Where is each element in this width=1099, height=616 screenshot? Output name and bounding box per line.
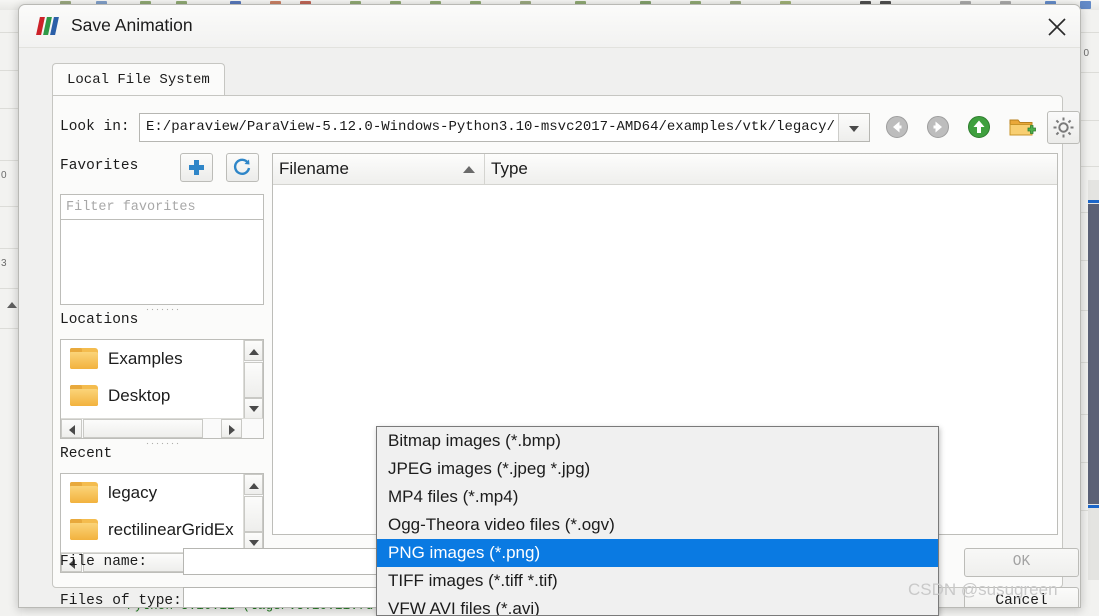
folder-icon <box>70 385 98 406</box>
folder-icon <box>70 519 98 540</box>
dropdown-item-bmp[interactable]: Bitmap images (*.bmp) <box>377 427 938 455</box>
scroll-left-icon[interactable] <box>61 419 82 438</box>
dialog-title: Save Animation <box>71 15 193 35</box>
ok-button[interactable]: OK <box>964 548 1079 577</box>
tab-local-file-system[interactable]: Local File System <box>52 63 225 95</box>
list-item[interactable]: legacy <box>61 474 263 511</box>
navigate-up-icon[interactable] <box>963 111 995 143</box>
navigate-back-icon[interactable] <box>881 111 913 143</box>
favorites-list[interactable] <box>60 219 264 305</box>
locations-label: Locations <box>60 312 139 328</box>
folder-icon <box>70 348 98 369</box>
files-of-type-label: Files of type: <box>60 593 182 608</box>
dropdown-item-tiff[interactable]: TIFF images (*.tiff *.tif) <box>377 567 938 595</box>
list-item-label: Desktop <box>108 385 171 405</box>
sort-ascending-icon <box>463 166 475 173</box>
look-in-label: Look in: <box>60 119 130 135</box>
filter-favorites-input[interactable] <box>60 194 264 220</box>
dropdown-item-png[interactable]: PNG images (*.png) <box>377 539 938 567</box>
chevron-down-icon[interactable] <box>838 114 869 141</box>
files-of-type-dropdown[interactable]: Bitmap images (*.bmp) JPEG images (*.jpe… <box>376 426 939 616</box>
paraview-logo-icon <box>36 17 62 35</box>
list-item[interactable]: Desktop <box>61 377 263 414</box>
list-item[interactable]: Examples <box>61 340 263 377</box>
scrollbar-thumb[interactable] <box>244 362 263 398</box>
list-item-label: Examples <box>108 348 183 368</box>
refresh-favorites-button[interactable] <box>226 153 259 182</box>
locations-list[interactable]: Examples Desktop <box>60 339 264 439</box>
dropdown-item-jpeg[interactable]: JPEG images (*.jpeg *.jpg) <box>377 455 938 483</box>
locations-horizontal-scrollbar[interactable] <box>61 418 263 438</box>
file-browser-header: Filename Type <box>273 154 1057 185</box>
list-item-label: legacy <box>108 482 158 502</box>
dropdown-item-ogv[interactable]: Ogg-Theora video files (*.ogv) <box>377 511 938 539</box>
column-header-type-label: Type <box>491 159 528 178</box>
tab-strip: Local File System <box>40 47 1080 95</box>
recent-label: Recent <box>60 446 113 462</box>
scrollbar-thumb[interactable] <box>83 419 203 438</box>
dialog-title-bar: Save Animation <box>19 5 1080 48</box>
cancel-button[interactable]: Cancel <box>964 587 1079 607</box>
look-in-path-combo[interactable]: E:/paraview/ParaView-5.12.0-Windows-Pyth… <box>139 113 870 142</box>
file-name-label: File name: <box>60 554 148 570</box>
gear-icon[interactable] <box>1047 111 1080 144</box>
background-scrollbar-thumb[interactable] <box>1088 200 1099 508</box>
scrollbar-thumb[interactable] <box>244 496 263 532</box>
column-header-type[interactable]: Type <box>485 154 1057 184</box>
add-favorite-button[interactable] <box>180 153 213 182</box>
list-item-label: rectilinearGridEx <box>108 519 234 539</box>
new-folder-icon[interactable] <box>1005 111 1037 143</box>
scroll-down-icon[interactable] <box>244 398 263 419</box>
close-icon[interactable] <box>1034 5 1080 46</box>
list-item[interactable]: rectilinearGridEx <box>61 511 263 548</box>
scroll-right-icon[interactable] <box>221 419 242 438</box>
look-in-path-text: E:/paraview/ParaView-5.12.0-Windows-Pyth… <box>146 119 835 135</box>
favorites-label: Favorites <box>60 158 139 174</box>
scroll-up-icon[interactable] <box>244 340 263 361</box>
column-header-filename-label: Filename <box>279 159 349 178</box>
locations-vertical-scrollbar[interactable] <box>243 340 263 419</box>
column-header-filename[interactable]: Filename <box>273 154 485 184</box>
folder-icon <box>70 482 98 503</box>
scroll-up-icon[interactable] <box>244 474 263 495</box>
screenshot-root: 0 3 0 Python 3.10.11 (tags/v3.10.11:7d4c… <box>0 0 1099 616</box>
dropdown-item-mp4[interactable]: MP4 files (*.mp4) <box>377 483 938 511</box>
dropdown-item-avi[interactable]: VFW AVI files (*.avi) <box>377 595 938 615</box>
navigate-forward-icon[interactable] <box>922 111 954 143</box>
recent-vertical-scrollbar[interactable] <box>243 474 263 553</box>
